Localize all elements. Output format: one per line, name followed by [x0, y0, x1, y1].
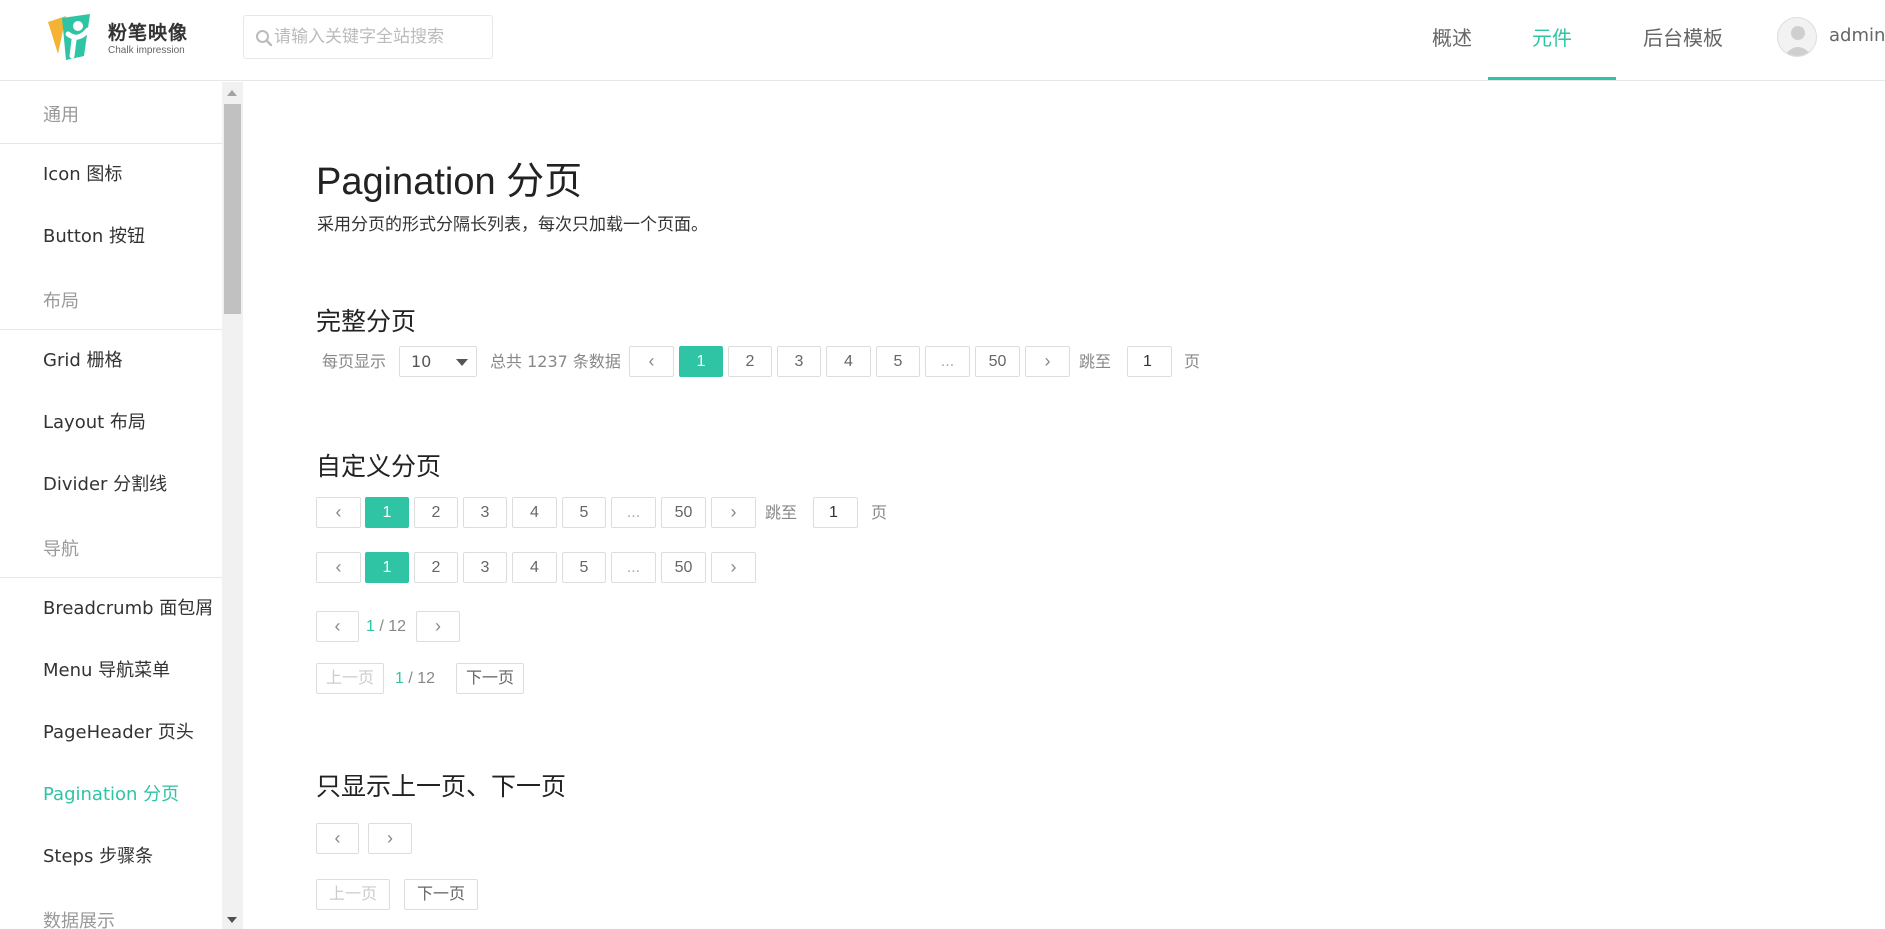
sidebar-group-layout: 布局 — [0, 268, 222, 330]
section-title-custom: 自定义分页 — [316, 452, 442, 481]
sidebar-item-pageheader[interactable]: PageHeader 页头 — [0, 702, 222, 764]
next-page-button[interactable]: › — [711, 552, 756, 583]
page-button-5[interactable]: 5 — [562, 552, 606, 583]
sidebar-group-general: 通用 — [0, 82, 222, 144]
sidebar: 通用 Icon 图标 Button 按钮 布局 Grid 栅格 Layout 布… — [0, 82, 222, 929]
sidebar-item-icon[interactable]: Icon 图标 — [0, 144, 222, 206]
nav-admin-templates[interactable]: 后台模板 — [1616, 0, 1750, 80]
current-page: 1 — [395, 670, 404, 687]
sidebar-group-data-display: 数据展示 — [0, 888, 222, 929]
page-button-3[interactable]: 3 — [463, 497, 507, 528]
sidebar-item-menu[interactable]: Menu 导航菜单 — [0, 640, 222, 702]
sidebar-group-navigation: 导航 — [0, 516, 222, 578]
prev-page-button[interactable]: ‹ — [316, 552, 361, 583]
logo-subtitle: Chalk impression — [108, 45, 185, 56]
page-button-50[interactable]: 50 — [661, 497, 706, 528]
next-page-button[interactable]: › — [368, 823, 412, 854]
jump-page-input[interactable]: 1 — [813, 497, 858, 528]
jump-label: 跳至 — [765, 503, 798, 522]
page-button-2[interactable]: 2 — [414, 552, 458, 583]
page-button-2[interactable]: 2 — [414, 497, 458, 528]
total-pages: / 12 — [379, 618, 407, 635]
jump-suffix: 页 — [871, 503, 888, 522]
search-box — [243, 15, 493, 59]
jump-suffix: 页 — [1184, 352, 1201, 371]
logo-mark-icon — [48, 14, 91, 60]
page-counter: 1 / 12 — [395, 663, 435, 694]
search-icon — [256, 30, 273, 47]
page-button-5[interactable]: 5 — [562, 497, 606, 528]
page-size-label: 每页显示 — [322, 352, 387, 371]
page-button-1[interactable]: 1 — [365, 552, 409, 583]
page-button-3[interactable]: 3 — [463, 552, 507, 583]
sidebar-scrollbar[interactable] — [222, 82, 243, 929]
next-page-text-button[interactable]: 下一页 — [456, 663, 524, 694]
search-input[interactable] — [274, 16, 484, 58]
sidebar-item-layout[interactable]: Layout 布局 — [0, 392, 222, 454]
page-button-4[interactable]: 4 — [826, 346, 871, 377]
next-page-button[interactable]: › — [1025, 346, 1070, 377]
nav-components[interactable]: 元件 — [1488, 0, 1616, 80]
page-size-value: 10 — [411, 352, 432, 371]
page-button-1[interactable]: 1 — [679, 346, 723, 377]
prev-page-button[interactable]: ‹ — [316, 823, 359, 854]
page-counter: 1 / 12 — [366, 611, 406, 642]
prev-page-button[interactable]: ‹ — [316, 611, 359, 642]
jump-label: 跳至 — [1079, 352, 1112, 371]
sidebar-item-grid[interactable]: Grid 栅格 — [0, 330, 222, 392]
page-ellipsis-button[interactable]: ... — [925, 346, 970, 377]
next-page-button[interactable]: › — [416, 611, 460, 642]
prev-page-text-button[interactable]: 上一页 — [316, 879, 390, 910]
logo-title: 粉笔映像 — [108, 22, 189, 44]
top-header: 粉笔映像 Chalk impression 概述 元件 后台模板 admin — [0, 0, 1885, 81]
page-button-4[interactable]: 4 — [512, 497, 557, 528]
logo[interactable]: 粉笔映像 Chalk impression — [44, 12, 204, 62]
main-content: Pagination 分页 采用分页的形式分隔长列表，每次只加载一个页面。 完整… — [243, 82, 1885, 929]
scroll-up-arrow-icon[interactable] — [227, 90, 237, 96]
total-text: 总共 1237 条数据 — [490, 352, 621, 371]
scroll-thumb[interactable] — [224, 104, 241, 314]
page-ellipsis-button[interactable]: ... — [611, 552, 656, 583]
sidebar-item-button[interactable]: Button 按钮 — [0, 206, 222, 268]
sidebar-item-steps[interactable]: Steps 步骤条 — [0, 826, 222, 888]
next-page-button[interactable]: › — [711, 497, 756, 528]
page-button-50[interactable]: 50 — [975, 346, 1020, 377]
page-button-4[interactable]: 4 — [512, 552, 557, 583]
current-page: 1 — [366, 618, 375, 635]
page-button-50[interactable]: 50 — [661, 552, 706, 583]
prev-page-button[interactable]: ‹ — [316, 497, 361, 528]
page-ellipsis-button[interactable]: ... — [611, 497, 656, 528]
section-title-full: 完整分页 — [316, 307, 417, 336]
sidebar-item-divider[interactable]: Divider 分割线 — [0, 454, 222, 516]
scroll-down-arrow-icon[interactable] — [227, 917, 237, 923]
prev-page-text-button[interactable]: 上一页 — [316, 663, 384, 694]
page-button-2[interactable]: 2 — [728, 346, 772, 377]
page-size-select[interactable]: 10 — [399, 346, 477, 377]
total-pages: / 12 — [408, 670, 436, 687]
jump-page-input[interactable]: 1 — [1127, 346, 1172, 377]
prev-page-button[interactable]: ‹ — [629, 346, 674, 377]
page-title: Pagination 分页 — [316, 161, 583, 203]
sidebar-item-pagination[interactable]: Pagination 分页 — [0, 764, 222, 826]
page-button-1[interactable]: 1 — [365, 497, 409, 528]
avatar — [1777, 17, 1817, 57]
section-title-prev-next: 只显示上一页、下一页 — [316, 772, 567, 801]
page-description: 采用分页的形式分隔长列表，每次只加载一个页面。 — [317, 215, 708, 235]
page-button-5[interactable]: 5 — [876, 346, 920, 377]
sidebar-item-breadcrumb[interactable]: Breadcrumb 面包屑 — [0, 578, 222, 640]
user-avatar-icon — [1784, 26, 1812, 56]
chevron-down-icon — [456, 359, 468, 366]
page-button-3[interactable]: 3 — [777, 346, 821, 377]
username: admin — [1829, 25, 1885, 46]
next-page-text-button[interactable]: 下一页 — [404, 879, 478, 910]
